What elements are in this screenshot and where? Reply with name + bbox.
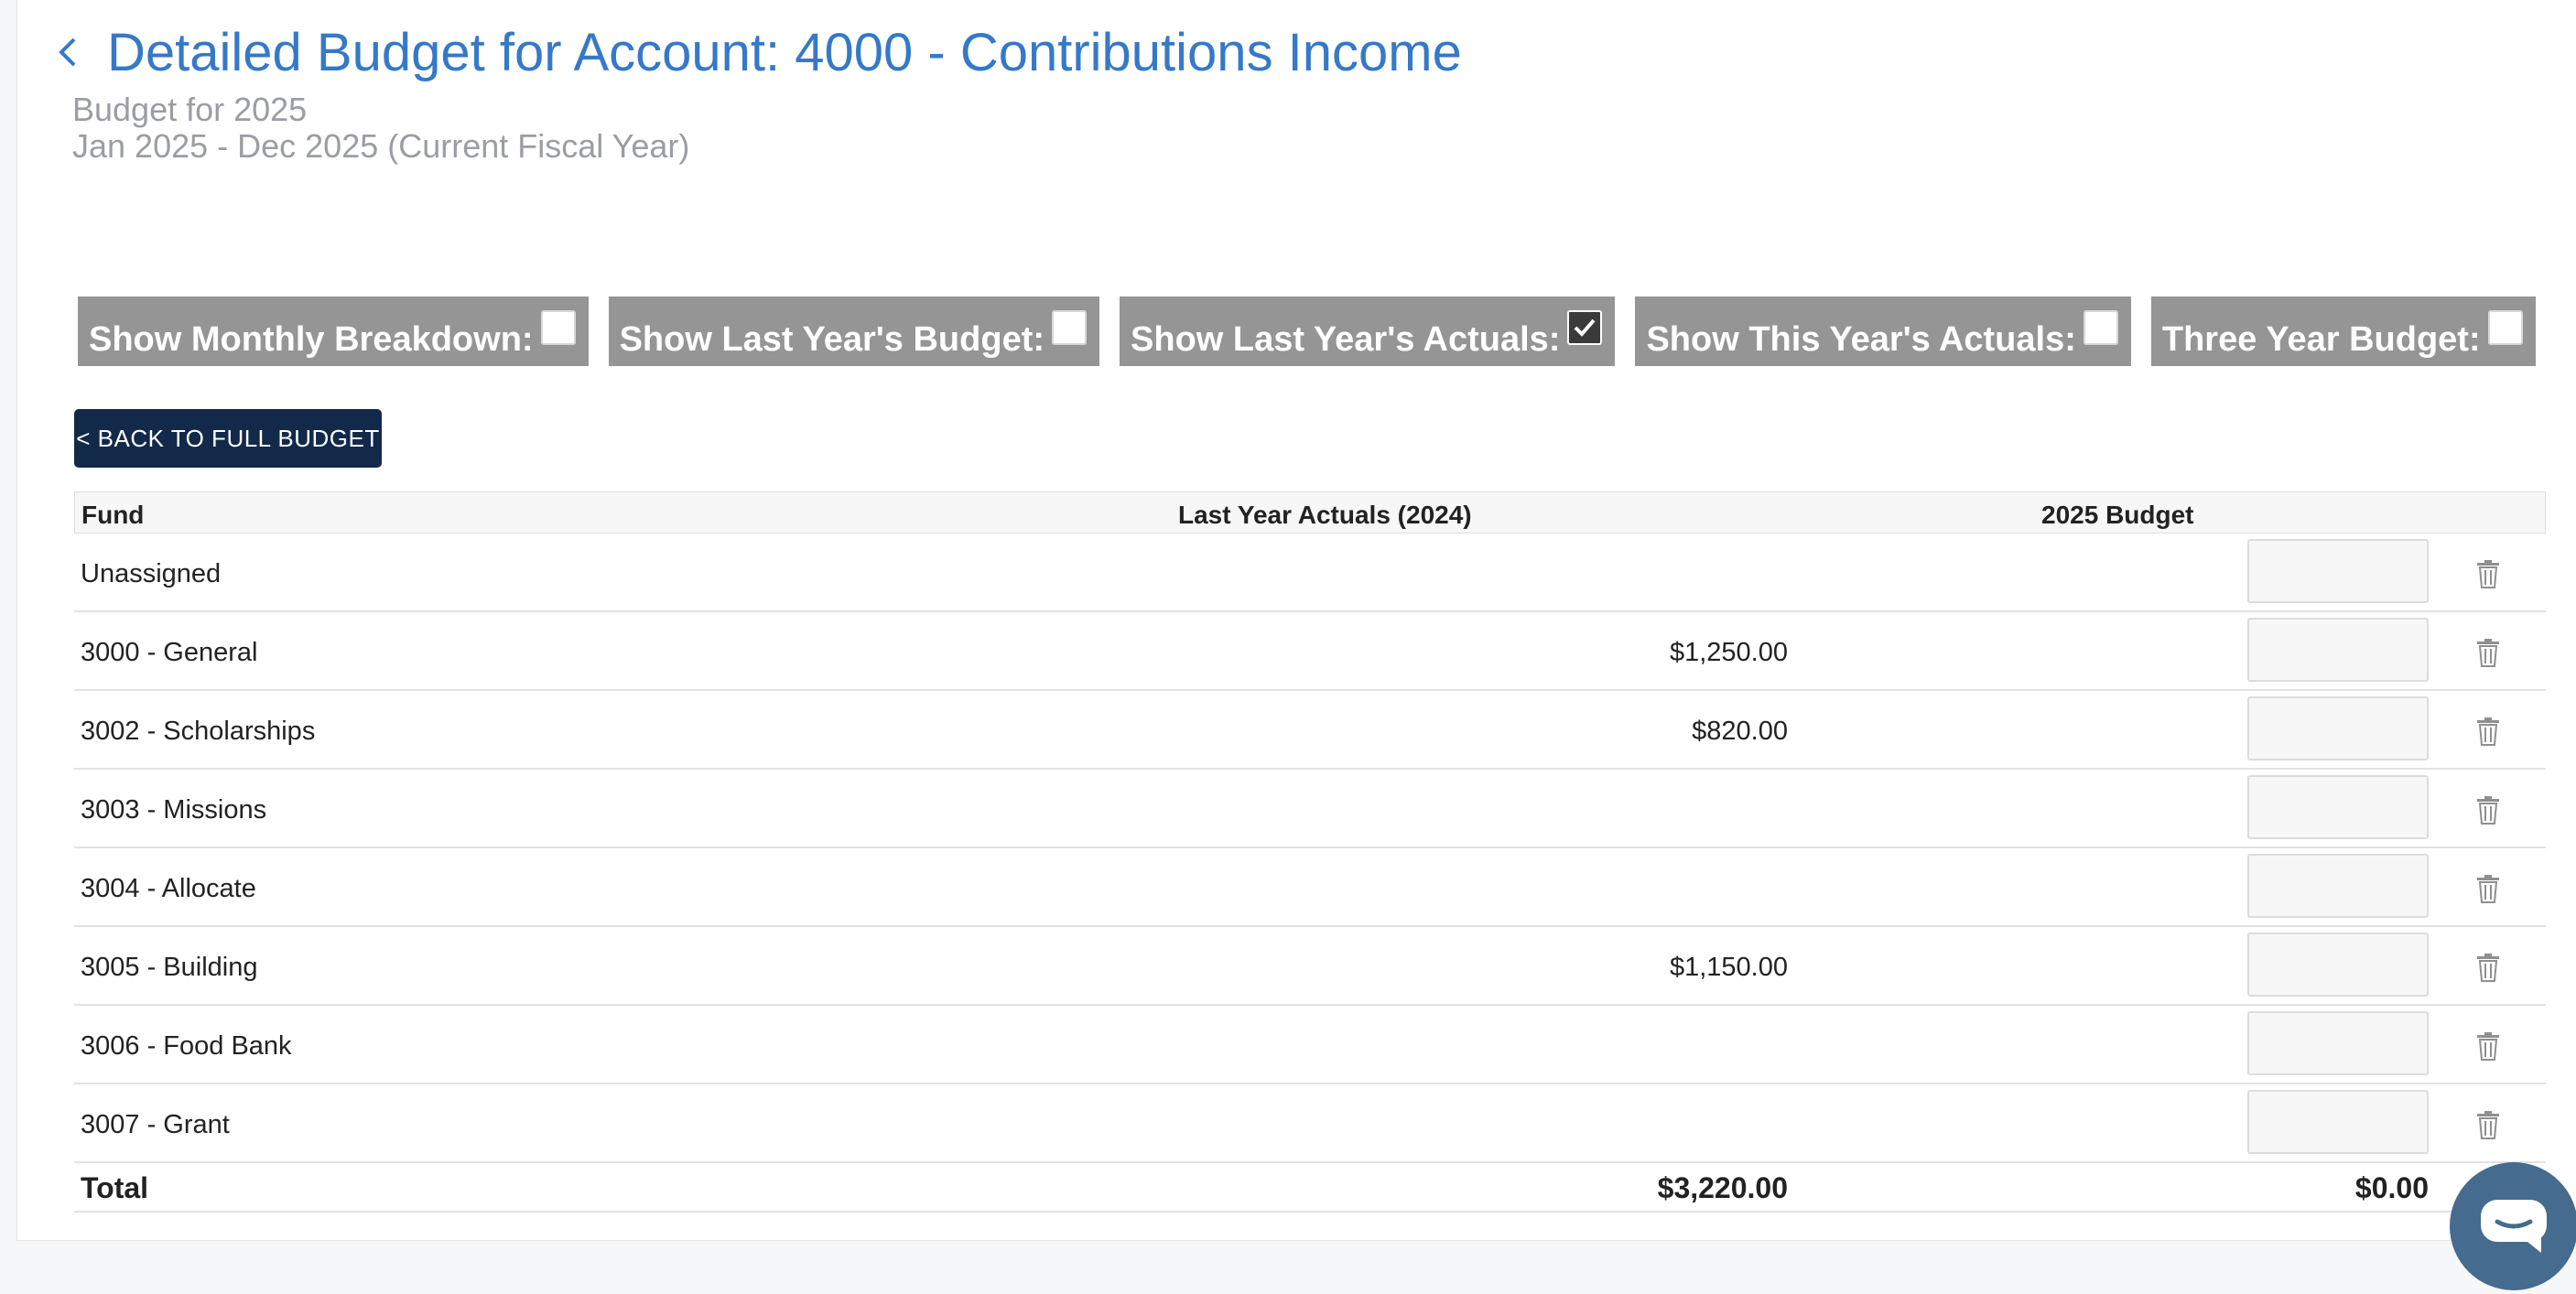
last-year-actuals-value: $1,150.00 (1669, 953, 1788, 982)
monthly-breakdown-checkbox[interactable] (540, 310, 576, 345)
trash-icon[interactable] (2474, 953, 2502, 982)
total-budget: $0.00 (2354, 1171, 2429, 1204)
fund-name: 3003 - Missions (81, 795, 267, 825)
budget-amount-input[interactable] (2247, 933, 2429, 997)
option-label: Show Last Year's Actuals: (1131, 319, 1561, 359)
fund-name: Unassigned (81, 559, 222, 588)
table-row: 3000 - General $1,250.00 (74, 612, 2546, 691)
trash-icon[interactable] (2474, 1110, 2502, 1139)
this-year-actuals-checkbox[interactable] (2083, 310, 2118, 345)
budget-amount-input[interactable] (2247, 854, 2429, 918)
column-header-last-year-actuals: Last Year Actuals (2024) (1178, 501, 1472, 529)
trash-icon[interactable] (2474, 638, 2502, 667)
chat-button[interactable] (2450, 1162, 2576, 1290)
budget-amount-input[interactable] (2247, 618, 2429, 682)
budget-amount-input[interactable] (2247, 1090, 2429, 1154)
table-body: Unassigned 3000 - General $1,250.00 3002 - … (74, 534, 2546, 1163)
last-year-actuals-value: $1,250.00 (1669, 638, 1788, 667)
fund-name: 3002 - Scholarships (81, 717, 316, 746)
budget-year-label: Budget for 2025 (72, 91, 308, 128)
table-header: Fund Last Year Actuals (2024) 2025 Budge… (74, 491, 2546, 534)
back-to-full-budget-button[interactable]: < BACK TO FULL BUDGET (74, 409, 382, 468)
table-row: 3003 - Missions (74, 770, 2546, 848)
option-label: Show Monthly Breakdown: (89, 319, 534, 359)
fund-name: 3000 - General (81, 638, 258, 667)
option-label: Show This Year's Actuals: (1646, 319, 2076, 359)
table-row: 3007 - Grant (74, 1084, 2546, 1163)
fund-name: 3007 - Grant (81, 1110, 230, 1139)
column-header-budget: 2025 Budget (2041, 501, 2194, 529)
chevron-left-icon[interactable] (58, 25, 107, 80)
fund-name: 3005 - Building (81, 953, 258, 982)
page-header: Detailed Budget for Account: 4000 - Cont… (58, 13, 2539, 165)
option-label: Three Year Budget: (2161, 319, 2481, 359)
fund-name: 3006 - Food Bank (81, 1031, 292, 1061)
last-year-actuals-value: $820.00 (1692, 717, 1788, 746)
option-label: Show Last Year's Budget: (619, 319, 1045, 359)
total-label: Total (81, 1171, 149, 1204)
budget-card: Detailed Budget for Account: 4000 - Cont… (16, 0, 2576, 1241)
budget-amount-input[interactable] (2247, 775, 2429, 839)
fund-name: 3004 - Allocate (81, 874, 256, 903)
column-header-fund: Fund (81, 501, 145, 529)
chat-icon (2481, 1200, 2547, 1253)
fiscal-period-label: Jan 2025 - Dec 2025 (Current Fiscal Year… (72, 127, 690, 165)
option-this-year-actuals[interactable]: Show This Year's Actuals: (1635, 297, 2131, 366)
table-row: 3005 - Building $1,150.00 (74, 927, 2546, 1006)
table-row: 3004 - Allocate (74, 848, 2546, 927)
trash-icon[interactable] (2474, 559, 2502, 588)
table-row: 3002 - Scholarships $820.00 (74, 691, 2546, 770)
total-last-year-actuals: $3,220.00 (1657, 1171, 1788, 1204)
budget-amount-input[interactable] (2247, 1011, 2429, 1075)
three-year-budget-checkbox[interactable] (2487, 310, 2523, 345)
table-row: Unassigned (74, 534, 2546, 612)
trash-icon[interactable] (2474, 874, 2502, 903)
last-year-budget-checkbox[interactable] (1052, 310, 1088, 345)
checkmark-icon (1575, 318, 1596, 337)
table-row: 3006 - Food Bank (74, 1006, 2546, 1084)
display-options: Show Monthly Breakdown: Show Last Year's… (78, 297, 2536, 366)
last-year-actuals-checkbox[interactable] (1567, 310, 1603, 345)
trash-icon[interactable] (2474, 717, 2502, 746)
option-last-year-budget[interactable]: Show Last Year's Budget: (608, 297, 1100, 366)
page-title: Detailed Budget for Account: 4000 - Cont… (107, 22, 1462, 82)
budget-table: Fund Last Year Actuals (2024) 2025 Budge… (74, 491, 2546, 1213)
option-last-year-actuals[interactable]: Show Last Year's Actuals: (1120, 297, 1616, 366)
budget-amount-input[interactable] (2247, 696, 2429, 760)
budget-amount-input[interactable] (2247, 539, 2429, 603)
option-three-year-budget[interactable]: Three Year Budget: (2150, 297, 2536, 366)
trash-icon[interactable] (2474, 795, 2502, 825)
option-monthly-breakdown[interactable]: Show Monthly Breakdown: (78, 297, 589, 366)
total-row: Total $3,220.00 $0.00 (74, 1163, 2546, 1213)
title-row: Detailed Budget for Account: 4000 - Cont… (58, 13, 2539, 92)
trash-icon[interactable] (2474, 1031, 2502, 1061)
